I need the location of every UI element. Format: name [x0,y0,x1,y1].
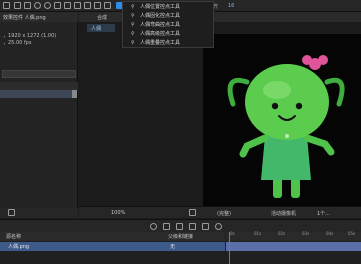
comp-inner-tab-label: 人偶 [91,26,102,32]
menu-item-puppet-position-pin[interactable]: ⚲ 人偶位置控点工具 [131,3,180,12]
starch-icon: ⚲ [131,13,135,19]
timeline-layer-header: 源名称 父级和链接 [0,232,225,241]
menu-item-label: 人偶位置控点工具 [140,4,181,10]
puppet-character-image [227,55,345,198]
comp-inner-tab[interactable]: 人偶 [87,24,115,32]
project-tab-bar: 效果控件 人偶.png [0,12,78,22]
search-icon[interactable] [150,223,157,230]
menu-item-label: 人偶弯曲控点工具 [140,22,181,28]
motion-blur-icon[interactable] [215,223,222,230]
bend-icon: ⚲ [131,22,135,28]
menu-item-label: 人偶重叠控点工具 [140,40,181,46]
playhead[interactable] [229,232,230,264]
views-select[interactable]: 1个... [317,210,330,217]
parent-link-header: 父级和链接 [168,234,194,240]
pen-tool-icon[interactable] [84,2,91,9]
text-tool-icon[interactable] [94,2,101,9]
rotate-tool-icon[interactable] [44,2,51,9]
zoom-tool-icon[interactable] [34,2,41,9]
effects-tab[interactable]: 效果控件 人偶.png [3,14,46,21]
shy-icon[interactable] [189,223,196,230]
parent-value[interactable]: 无 [170,243,175,250]
layer-name: 人偶.png [8,244,30,250]
advanced-icon: ⚲ [131,31,135,37]
zoom-select[interactable]: 100% [111,210,125,216]
rectangle-tool-icon[interactable] [74,2,81,9]
project-panel: 效果控件 人偶.png ，1920 x 1272 (1.00) ，25.00 f… [0,12,78,218]
time-tick: 05s [348,231,356,236]
time-tick: 03s [302,231,310,236]
footage-info-fps: ，25.00 fps [3,40,32,46]
timeline-panel: 源名称 父级和链接 人偶.png 无 [0,219,361,264]
comp-tab[interactable]: 合成 [97,14,107,21]
pin-icon: ⚲ [131,4,135,10]
viewer-canvas[interactable] [203,34,361,206]
composition-icon[interactable] [163,223,170,230]
frame-blend-icon[interactable] [202,223,209,230]
hand-tool-icon[interactable] [24,2,31,9]
time-tick: 04s [326,231,334,236]
project-item-selected[interactable] [0,90,72,98]
search-field[interactable] [2,70,76,78]
quality-select[interactable]: (完整) [217,210,231,217]
selection-tool-icon[interactable] [14,2,21,9]
project-footer [0,208,78,218]
viewer-footer: 100% (完整) 活动摄像机 1个... [79,206,361,218]
time-ruler[interactable] [226,232,361,241]
overlap-icon: ⚲ [131,40,135,46]
brush-tool-icon[interactable] [104,2,111,9]
time-tick: 0s [230,231,235,236]
snapshot-icon[interactable] [189,209,196,216]
time-tick: 02s [278,231,286,236]
menu-item-puppet-bend-pin[interactable]: ⚲ 人偶弯曲控点工具 [131,21,180,30]
draft-3d-icon[interactable] [176,223,183,230]
layer-duration-bar[interactable] [226,242,361,251]
menu-item-label: 人偶固化控点工具 [140,13,181,19]
column-header [0,82,78,90]
pan-behind-icon[interactable] [64,2,71,9]
source-name-header: 源名称 [6,234,22,240]
layer-row[interactable]: 人偶.png 无 [0,242,225,251]
menu-item-puppet-starch-pin[interactable]: ⚲ 人偶固化控点工具 [131,12,180,21]
time-tick: 01s [254,231,262,236]
trash-icon[interactable] [8,209,15,216]
home-icon[interactable] [3,2,10,9]
camera-select[interactable]: 活动摄像机 [271,210,296,217]
menu-item-puppet-advanced-pin[interactable]: ⚲ 人偶高级控点工具 [131,30,180,39]
scrollbar[interactable] [72,90,77,98]
camera-tool-icon[interactable] [54,2,61,9]
footage-info-size: ，1920 x 1272 (1.00) [3,33,57,39]
menu-item-label: 人偶高级控点工具 [140,31,181,37]
puppet-tool-menu: ⚲ 人偶位置控点工具 ⚲ 人偶固化控点工具 ⚲ 人偶弯曲控点工具 ⚲ 人偶高级控点工具 … [122,1,214,48]
menu-item-puppet-overlap-pin[interactable]: ⚲ 人偶重叠控点工具 [131,39,180,48]
number-readout: 16 [228,3,235,9]
